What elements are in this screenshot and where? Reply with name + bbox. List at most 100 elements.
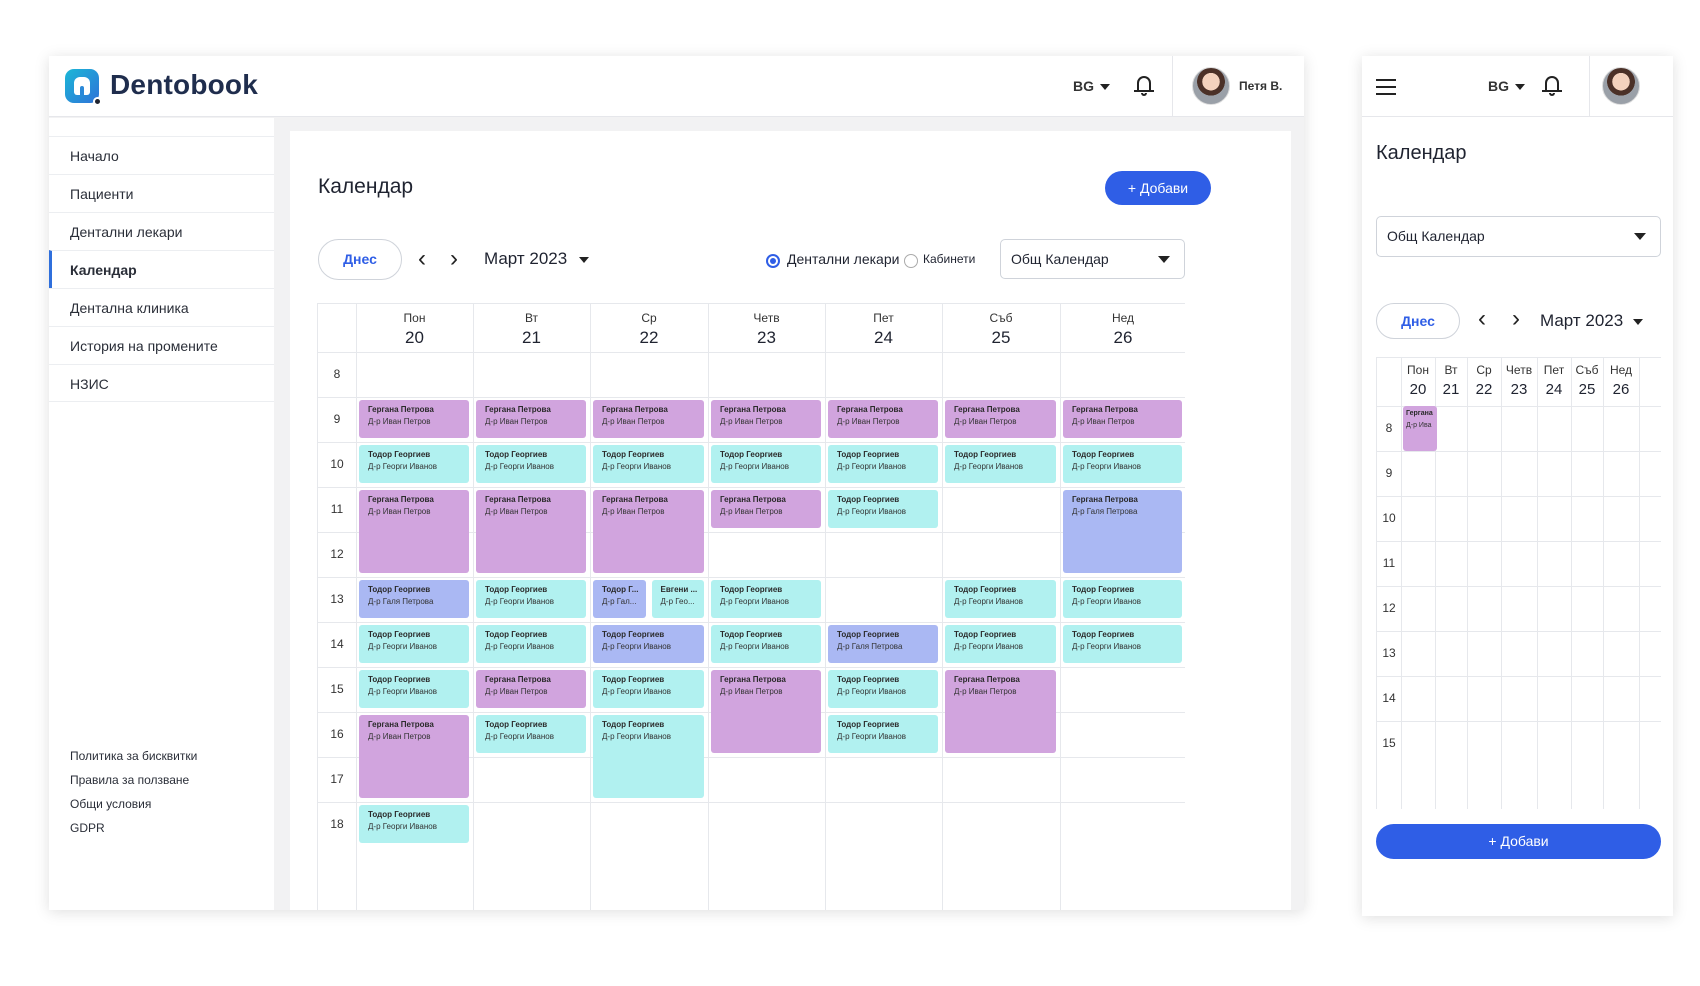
footer-link-cookies[interactable]: Политика за бисквитки [70,749,197,763]
appointment-event[interactable]: Тодор Георгиев Д-р Георги Иванов [945,625,1056,663]
appointment-event[interactable]: Гергана Петрова Д-р Иван Петров [476,400,586,438]
chevron-left-icon[interactable]: ‹ [1478,307,1486,331]
appointment-event[interactable]: Гергана Петрова Д-р Иван Петров [593,400,704,438]
appointment-event[interactable]: Гергана Петрова Д-р Иван Петров [828,400,938,438]
appointment-event[interactable]: Тодор Георгиев Д-р Георги Иванов [359,625,469,663]
appointment-event[interactable]: Гергана Петрова Д-р Иван Петров [476,490,586,573]
avatar[interactable] [1192,67,1230,105]
radio-dentists[interactable] [766,254,780,268]
mobile-calendar-select[interactable]: Общ Календар [1376,216,1661,257]
appointment-event[interactable]: Тодор Георгиев Д-р Георги Иванов [359,445,469,483]
day-header[interactable]: Съб 25 [942,304,1060,352]
day-header[interactable]: Пон 20 [356,304,473,352]
sidebar-item-home[interactable]: Начало [49,136,274,174]
mobile-day-header[interactable]: Пон 20 [1401,358,1435,406]
mobile-day-header[interactable]: Четв 23 [1501,358,1537,406]
calendar-card: Календар + Добави Днес ‹ › Март 2023 Ден… [290,131,1291,910]
month-selector[interactable]: Март 2023 [484,249,590,269]
appointment-event[interactable]: Гергана Петрова Д-р Иван Петров [1063,400,1182,438]
appointment-event[interactable]: Тодор Георгиев Д-р Георги Иванов [359,805,469,843]
footer-link-terms-of-use[interactable]: Правила за ползване [70,773,189,787]
appointment-event[interactable]: Тодор Георгиев Д-р Галя Петрова [359,580,469,618]
language-select[interactable]: BG [1073,78,1110,94]
appointment-event[interactable]: Гергана Петрова Д-р Иван Петров [476,670,586,708]
radio-rooms[interactable] [904,254,918,268]
appointment-event[interactable]: Тодор Георгиев Д-р Георги Иванов [711,625,821,663]
day-header[interactable]: Ср 22 [590,304,708,352]
mobile-add-button[interactable]: + Добави [1376,824,1661,859]
appointment-event[interactable]: Тодор Георгиев Д-р Георги Иванов [1063,580,1182,618]
appointment-event[interactable]: Тодор Георгиев Д-р Георги Иванов [476,445,586,483]
appointment-event[interactable]: Гергана Петрова Д-р Иван Петров [359,400,469,438]
sidebar-item-dentists[interactable]: Дентални лекари [49,212,274,250]
appointment-event[interactable]: Тодор Георгиев Д-р Георги Иванов [593,445,704,483]
appointment-event[interactable]: Тодор Георгиев Д-р Георги Иванов [711,580,821,618]
appointment-event[interactable]: Гергана Петрова Д-р Иван Петров [945,670,1056,753]
chevron-left-icon[interactable]: ‹ [418,247,426,271]
menu-icon[interactable] [1376,79,1396,95]
appointment-event[interactable]: Гергана Петрова Д-р Иван Петров [711,490,821,528]
appointment-event[interactable]: Тодор Георгиев Д-р Георги Иванов [945,445,1056,483]
appointment-event[interactable]: Тодор Георгиев Д-р Георги Иванов [476,715,586,753]
day-header[interactable]: Пет 24 [825,304,942,352]
appointment-event[interactable]: Гергана Петрова Д-р Галя Петрова [1063,490,1182,573]
sidebar-item-nzis[interactable]: НЗИС [49,364,274,402]
radio-rooms-label[interactable]: Кабинети [923,252,975,266]
footer-link-general-terms[interactable]: Общи условия [70,797,151,811]
calendar-select[interactable]: Общ Календар [1000,239,1185,279]
appointment-event[interactable]: Тодор Георгиев Д-р Георги Иванов [711,445,821,483]
appointment-event[interactable]: Евгени ... Д-р Гео... [651,580,704,618]
mobile-day-header[interactable]: Вт 21 [1435,358,1467,406]
sidebar-item-history[interactable]: История на промените [49,326,274,364]
mobile-day-header[interactable]: Съб 25 [1571,358,1603,406]
appointment-event[interactable]: Тодор Георгиев Д-р Георги Иванов [593,625,704,663]
day-header[interactable]: Нед 26 [1060,304,1185,352]
mobile-today-button[interactable]: Днес [1376,303,1460,339]
day-name: Нед [1111,311,1135,325]
mobile-day-header[interactable]: Пет 24 [1537,358,1571,406]
day-header[interactable]: Четв 23 [708,304,825,352]
appointment-event[interactable]: Тодор Георгиев Д-р Георги Иванов [593,715,704,798]
avatar[interactable] [1602,67,1640,105]
footer-link-gdpr[interactable]: GDPR [70,821,105,835]
appointment-event[interactable]: Гергана Петрова Д-р Иван Петров [359,715,469,798]
appointment-event[interactable]: Тодор Георгиев Д-р Георги Иванов [1063,625,1182,663]
sidebar-item-patients[interactable]: Пациенти [49,174,274,212]
bell-icon[interactable] [1134,74,1154,98]
appointment-event[interactable]: Тодор Георгиев Д-р Георги Иванов [1063,445,1182,483]
appointment-event[interactable]: Тодор Георгиев Д-р Георги Иванов [828,715,938,753]
add-button[interactable]: + Добави [1105,171,1211,205]
day-header[interactable]: Вт 21 [473,304,590,352]
sidebar-item-calendar[interactable]: Календар [49,250,274,288]
appointment-event[interactable]: Тодор Георгиев Д-р Галя Петрова [828,625,938,663]
appointment-event[interactable]: Тодор Георгиев Д-р Георги Иванов [476,625,586,663]
appointment-event[interactable]: Гергана Петрова Д-р Иван Петров [359,490,469,573]
mobile-day-header[interactable]: Нед 26 [1603,358,1639,406]
appointment-event[interactable]: Тодор Георгиев Д-р Георги Иванов [945,580,1056,618]
user-name[interactable]: Петя В. [1239,79,1282,93]
radio-dentists-label[interactable]: Дентални лекари [787,251,899,267]
chevron-right-icon[interactable]: › [1512,307,1520,331]
appointment-event[interactable]: Гергана Петрова Д-р Иван Петров [593,490,704,573]
mobile-month-selector[interactable]: Март 2023 [1540,311,1644,331]
hour-label: 8 [333,367,341,381]
today-button[interactable]: Днес [318,239,402,280]
appointment-event[interactable]: Тодор Г... Д-р Гал... [593,580,646,618]
appointment-event[interactable]: Тодор Георгиев Д-р Георги Иванов [828,670,938,708]
mobile-language-select[interactable]: BG [1488,78,1525,94]
appointment-event[interactable]: Тодор Георгиев Д-р Георги Иванов [828,490,938,528]
appointment-event[interactable]: Гергана Петрова Д-р Иван Петров [711,670,821,753]
bell-icon[interactable] [1542,74,1562,98]
appointment-event[interactable]: Гергана Петрова Д-р Иван Петров [945,400,1056,438]
appointment-event[interactable]: Тодор Георгиев Д-р Георги Иванов [359,670,469,708]
appointment-doctor: Д-р Георги Иванов [602,462,671,471]
appointment-event[interactable]: Гергана Д-р Ива [1403,406,1437,451]
appointment-event[interactable]: Тодор Георгиев Д-р Георги Иванов [828,445,938,483]
chevron-right-icon[interactable]: › [450,247,458,271]
appointment-patient: Тодор Георгиев [602,450,665,459]
mobile-day-header[interactable]: Ср 22 [1467,358,1501,406]
appointment-event[interactable]: Тодор Георгиев Д-р Георги Иванов [476,580,586,618]
sidebar-item-clinic[interactable]: Дентална клиника [49,288,274,326]
appointment-event[interactable]: Гергана Петрова Д-р Иван Петров [711,400,821,438]
appointment-event[interactable]: Тодор Георгиев Д-р Георги Иванов [593,670,704,708]
